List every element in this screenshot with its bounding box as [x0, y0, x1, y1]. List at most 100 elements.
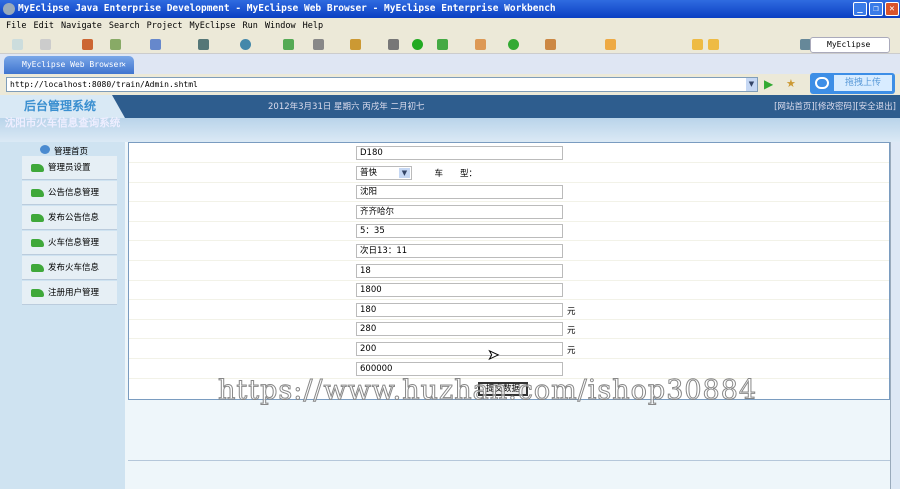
cloud-icon [815, 77, 829, 89]
url-dropdown-icon[interactable]: ▼ [746, 78, 757, 91]
editor-tab-bar [0, 54, 900, 74]
field-input[interactable]: 沈阳 [356, 185, 563, 200]
form-row: 软卧票价：280元 [129, 319, 889, 340]
perspective-switcher[interactable]: MyEclipse ... [810, 37, 890, 63]
date-text: 2012年3月31日 星期六 丙戌年 二月初七 [268, 102, 425, 112]
scrollbar[interactable] [890, 142, 900, 489]
toolbar [0, 35, 900, 54]
gear-icon[interactable] [388, 39, 399, 50]
field-label: 车 型： [434, 168, 477, 179]
field-input[interactable]: 200 [356, 342, 563, 356]
sidebar-item-label: 发布公告信息 [48, 213, 100, 223]
menu-file[interactable]: File [6, 21, 26, 31]
camera-icon[interactable] [313, 39, 324, 50]
home-icon [40, 145, 50, 154]
arrow-icon [31, 189, 44, 197]
train-type-select[interactable]: 普快 ▼ [356, 165, 412, 180]
sidebar-item-publish-notice[interactable]: 发布公告信息 [22, 206, 117, 230]
debug-icon[interactable] [110, 39, 121, 50]
link-site-home[interactable]: [网站首页] [774, 102, 815, 112]
sidebar-item-label: 注册用户管理 [48, 288, 100, 298]
field-input[interactable]: 280 [356, 322, 563, 337]
field-input[interactable]: 180 [356, 302, 563, 317]
g-icon[interactable] [508, 39, 519, 50]
link-logout[interactable]: [安全退出] [855, 102, 896, 112]
toolbox-icon[interactable] [82, 39, 93, 50]
server-icon[interactable] [150, 39, 161, 50]
header-links: [网站首页][修改密码][安全退出] [774, 100, 896, 112]
menu-navigate[interactable]: Navigate [61, 21, 102, 31]
select-value: 普快 [360, 167, 378, 178]
sidebar-item-label: 管理员设置 [48, 163, 91, 173]
form-row: 车 次：D180 [129, 143, 889, 163]
link-change-password[interactable]: [修改密码] [815, 102, 856, 112]
menu-edit[interactable]: Edit [33, 21, 53, 31]
sidebar-item-user-manage[interactable]: 注册用户管理 [22, 281, 117, 305]
globe-icon[interactable] [240, 39, 251, 50]
open-type-icon[interactable] [475, 39, 486, 50]
url-input[interactable]: http://localhost:8080/train/Admin.shtml [6, 77, 758, 92]
close-tab-icon[interactable]: ✕ [121, 56, 126, 74]
unit-label: 元 [567, 326, 576, 337]
arrow-icon [31, 239, 44, 247]
run-icon[interactable] [412, 39, 423, 50]
field-input[interactable]: 5：35 [356, 224, 563, 239]
field-input[interactable]: 次日13：11 [356, 244, 563, 258]
mouse-cursor-icon: ➤ [488, 348, 500, 364]
field-input[interactable]: 18 [356, 263, 563, 278]
close-button[interactable]: ✕ [885, 2, 899, 16]
menu-myeclipse[interactable]: MyEclipse [189, 21, 235, 31]
unit-label: 元 [567, 306, 576, 317]
header-band [0, 118, 900, 142]
form-row: 总里程：1800 [129, 280, 889, 301]
title-bar: MyEclipse Java Enterprise Development - … [0, 0, 900, 18]
edit-icon[interactable] [545, 39, 556, 50]
restore-button[interactable]: ❐ [869, 2, 883, 16]
menu-window[interactable]: Window [265, 21, 296, 31]
sidebar-item-publish-train[interactable]: 发布火车信息 [22, 256, 117, 280]
save-icon[interactable] [40, 39, 51, 50]
form-row: 始 发 站：沈阳 [129, 182, 889, 203]
field-input[interactable]: D180 [356, 146, 563, 160]
arrow-icon [31, 164, 44, 172]
site-header [0, 95, 900, 118]
deploy-icon[interactable] [198, 39, 209, 50]
back-icon[interactable] [692, 39, 703, 50]
form-row: 终 到 站：齐齐哈尔 [129, 202, 889, 222]
menu-search[interactable]: Search [109, 21, 140, 31]
sidebar-item-train-manage[interactable]: 火车信息管理 [22, 231, 117, 255]
refresh-icon[interactable] [283, 39, 294, 50]
field-input[interactable]: 1800 [356, 283, 563, 298]
arrow-icon [31, 214, 44, 222]
upload-button[interactable]: 拖拽上传 [810, 73, 895, 94]
go-icon[interactable]: ▶ [764, 77, 773, 91]
field-input[interactable]: 600000 [356, 361, 563, 376]
arrow-icon [31, 264, 44, 272]
unit-label: 元 [567, 346, 576, 356]
tab-web-browser[interactable]: MyEclipse Web Browser ✕ [4, 56, 134, 74]
window-title: MyEclipse Java Enterprise Development - … [18, 3, 556, 14]
form-row: 终到时间：次日13：11 [129, 241, 889, 261]
menu-run[interactable]: Run [243, 21, 258, 31]
package-icon[interactable] [350, 39, 361, 50]
back-arrow-icon[interactable] [708, 39, 719, 50]
menu-help[interactable]: Help [303, 21, 323, 31]
form-row: 硬卧票价：200元 [129, 339, 889, 359]
watermark: https://www.huzhan.com/ishop30884 [217, 375, 758, 407]
upload-label: 拖拽上传 [834, 75, 892, 91]
sidebar-item-notice-manage[interactable]: 公告信息管理 [22, 181, 117, 205]
sidebar-item-label: 发布火车信息 [48, 263, 100, 273]
new-icon[interactable] [12, 39, 23, 50]
arrow-icon [31, 289, 44, 297]
folder-icon[interactable] [605, 39, 616, 50]
search-icon[interactable] [437, 39, 448, 50]
menu-project[interactable]: Project [147, 21, 183, 31]
minimize-button[interactable]: _ [853, 2, 867, 16]
app-icon [3, 3, 15, 15]
form-row: 运行时间：18 [129, 261, 889, 281]
field-input[interactable]: 齐齐哈尔 [356, 204, 563, 219]
form-row: 硬座票价：180元 [129, 300, 889, 320]
favorites-icon[interactable]: ★ [786, 77, 796, 90]
sidebar-item-admin-settings[interactable]: 管理员设置 [22, 156, 117, 180]
divider [128, 460, 890, 461]
